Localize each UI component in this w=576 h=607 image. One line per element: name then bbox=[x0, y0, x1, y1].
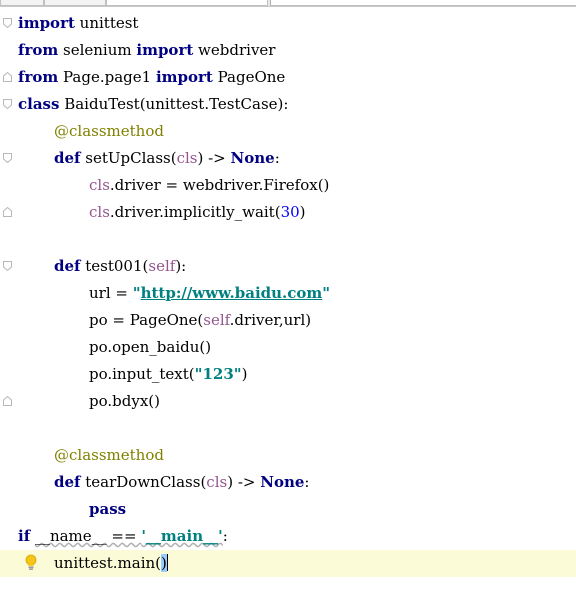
dunder-name: __name__ bbox=[34, 527, 107, 545]
code-text: tearDownClass( bbox=[80, 473, 207, 491]
fold-marker-icon[interactable] bbox=[3, 99, 12, 109]
string-literal: "123" bbox=[194, 365, 242, 383]
code-text: PageOne bbox=[212, 68, 286, 86]
code-line-current: unittest.main() bbox=[0, 550, 576, 577]
code-line: po.open_baidu() bbox=[0, 334, 576, 361]
code-line: po.input_text("123") bbox=[0, 361, 576, 388]
code-text: po.bdyx() bbox=[89, 392, 160, 410]
code-line: po.bdyx() bbox=[0, 388, 576, 415]
code-text: Page.page1 bbox=[58, 68, 156, 86]
editor-tab[interactable] bbox=[0, 0, 44, 6]
editor-tab[interactable] bbox=[44, 0, 106, 6]
lightbulb-icon[interactable] bbox=[25, 554, 37, 572]
editor-tab[interactable] bbox=[270, 0, 576, 6]
code-text: : bbox=[304, 473, 310, 491]
code-line: @classmethod bbox=[0, 442, 576, 469]
number-literal: 30 bbox=[280, 203, 300, 221]
code-line: import unittest bbox=[0, 10, 576, 37]
code-line: if __name__ == '__main__': bbox=[0, 523, 576, 550]
code-text: : bbox=[274, 149, 280, 167]
code-line: from Page.page1 import PageOne bbox=[0, 64, 576, 91]
param-cls: cls bbox=[206, 473, 228, 491]
url-link[interactable]: http://www.baidu.com bbox=[141, 284, 323, 302]
decorator: @classmethod bbox=[54, 122, 164, 140]
keyword-def: def bbox=[54, 149, 81, 167]
code-text: .driver.implicitly_wait( bbox=[109, 203, 281, 221]
param-cls: cls bbox=[89, 176, 110, 194]
editor-tab-active[interactable] bbox=[106, 0, 268, 6]
code-line: cls.driver = webdriver.Firefox() bbox=[0, 172, 576, 199]
code-line: def tearDownClass(cls) -> None: bbox=[0, 469, 576, 496]
code-line: @classmethod bbox=[0, 118, 576, 145]
code-text: BaiduTest(unittest.TestCase): bbox=[59, 95, 289, 113]
code-line: def test001(self): bbox=[0, 253, 576, 280]
decorator: @classmethod bbox=[54, 446, 164, 464]
code-line: po = PageOne(self.driver,url) bbox=[0, 307, 576, 334]
code-line: cls.driver.implicitly_wait(30) bbox=[0, 199, 576, 226]
code-text: ) -> bbox=[227, 473, 261, 491]
code-text: po.input_text( bbox=[89, 365, 195, 383]
code-text: == bbox=[106, 527, 142, 545]
keyword-from: from bbox=[18, 41, 59, 59]
fold-marker-icon[interactable] bbox=[3, 261, 12, 271]
code-text: po.open_baidu() bbox=[89, 338, 212, 356]
fold-end-icon[interactable] bbox=[3, 207, 12, 217]
keyword-class: class bbox=[18, 95, 60, 113]
param-self: self bbox=[203, 311, 230, 329]
code-text: ): bbox=[175, 257, 187, 275]
code-text: unittest bbox=[74, 14, 139, 32]
code-text: selenium bbox=[58, 41, 137, 59]
code-text: url = bbox=[89, 284, 133, 302]
code-line: class BaiduTest(unittest.TestCase): bbox=[0, 91, 576, 118]
code-line: def setUpClass(cls) -> None: bbox=[0, 145, 576, 172]
code-text: ) -> bbox=[197, 149, 231, 167]
code-text: ) bbox=[299, 203, 306, 221]
keyword-pass: pass bbox=[89, 500, 127, 518]
keyword-import: import bbox=[136, 41, 194, 59]
code-text: : bbox=[222, 527, 228, 545]
fold-marker-icon[interactable] bbox=[3, 153, 12, 163]
code-line: url = "http://www.baidu.com" bbox=[0, 280, 576, 307]
keyword-import: import bbox=[155, 68, 213, 86]
fold-end-icon[interactable] bbox=[3, 396, 12, 406]
code-line: pass bbox=[0, 496, 576, 523]
fold-marker-icon[interactable] bbox=[3, 18, 12, 28]
keyword-from: from bbox=[18, 68, 59, 86]
param-self: self bbox=[148, 257, 176, 275]
keyword-import: import bbox=[18, 14, 75, 32]
code-text: po = PageOne( bbox=[89, 311, 204, 329]
code-text: test001( bbox=[80, 257, 149, 275]
fold-end-icon[interactable] bbox=[3, 72, 12, 82]
code-text: webdriver bbox=[193, 41, 276, 59]
code-text: .driver,url) bbox=[229, 311, 312, 329]
editor-tab-bar bbox=[0, 0, 576, 7]
keyword-none: None bbox=[260, 473, 305, 491]
param-cls: cls bbox=[89, 203, 110, 221]
param-cls: cls bbox=[176, 149, 198, 167]
code-text: setUpClass( bbox=[80, 149, 177, 167]
string-quote: " bbox=[322, 284, 331, 302]
code-line: from selenium import webdriver bbox=[0, 37, 576, 64]
string-quote: " bbox=[132, 284, 141, 302]
code-text: ) bbox=[241, 365, 248, 383]
text-caret bbox=[166, 554, 168, 571]
code-text: unittest.main( bbox=[54, 554, 162, 572]
keyword-none: None bbox=[230, 149, 275, 167]
keyword-def: def bbox=[54, 257, 81, 275]
keyword-def: def bbox=[54, 473, 81, 491]
code-text: .driver = webdriver.Firefox() bbox=[109, 176, 330, 194]
string-literal: '__main__' bbox=[141, 527, 223, 545]
keyword-if: if bbox=[18, 527, 31, 545]
